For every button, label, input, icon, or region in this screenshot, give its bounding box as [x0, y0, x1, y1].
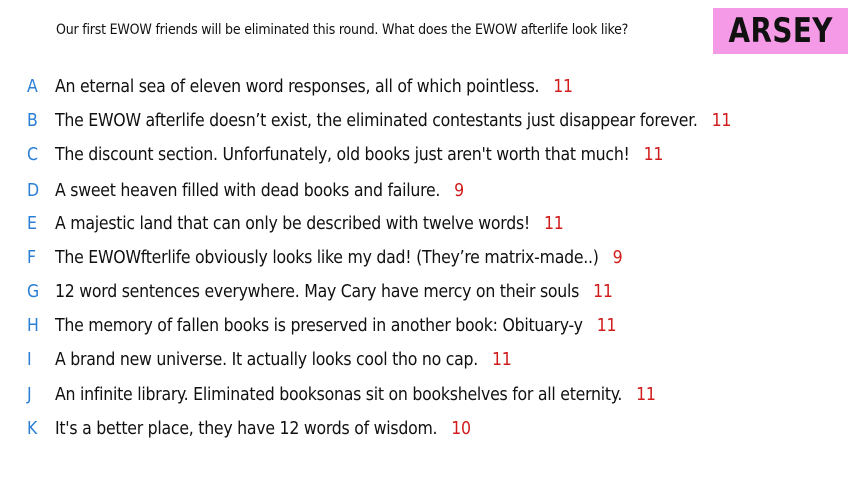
response-content: An infinite library. Eliminated booksona…	[55, 385, 623, 405]
response-text: An eternal sea of eleven word responses,…	[55, 77, 573, 97]
response-score: 11	[643, 145, 664, 165]
response-score: 11	[711, 111, 732, 131]
response-content: The EWOW afterlife doesn’t exist, the el…	[55, 111, 698, 131]
response-score: 11	[636, 385, 656, 405]
response-score: 11	[553, 77, 573, 97]
response-letter: E	[27, 214, 37, 234]
response-text: The memory of fallen books is preserved …	[55, 316, 616, 336]
response-text: 12 word sentences everywhere. May Cary h…	[55, 282, 613, 302]
response-text: It's a better place, they have 12 words …	[55, 419, 471, 439]
response-content: An eternal sea of eleven word responses,…	[55, 77, 540, 97]
response-text: A sweet heaven filled with dead books an…	[55, 181, 464, 201]
response-score: 10	[451, 419, 471, 439]
response-text: An infinite library. Eliminated booksona…	[55, 385, 656, 405]
response-content: The memory of fallen books is preserved …	[55, 316, 583, 336]
response-content: The discount section. Unforfunately, old…	[55, 145, 630, 165]
response-letter: F	[27, 248, 37, 268]
response-text: A majestic land that can only be describ…	[55, 214, 564, 234]
response-letter: C	[27, 145, 38, 165]
response-content: 12 word sentences everywhere. May Cary h…	[55, 282, 580, 302]
response-list: A An eternal sea of eleven word response…	[0, 0, 853, 480]
response-score: 11	[492, 350, 512, 370]
response-content: The EWOWfterlife obviously looks like my…	[55, 248, 599, 268]
response-content: A brand new universe. It actually looks …	[55, 350, 479, 370]
response-text: The EWOW afterlife doesn’t exist, the el…	[55, 111, 731, 131]
response-letter: A	[27, 77, 38, 97]
response-letter: G	[27, 282, 40, 302]
response-score: 9	[612, 248, 623, 268]
response-text: A brand new universe. It actually looks …	[55, 350, 512, 370]
response-score: 11	[543, 214, 564, 234]
response-letter: D	[27, 181, 40, 201]
response-letter: I	[27, 350, 32, 370]
response-score: 11	[596, 316, 617, 336]
response-content: A sweet heaven filled with dead books an…	[55, 181, 441, 201]
response-content: It's a better place, they have 12 words …	[55, 419, 438, 439]
response-letter: H	[27, 316, 39, 336]
response-score: 9	[454, 181, 464, 201]
response-score: 11	[593, 282, 613, 302]
response-letter: B	[27, 111, 38, 131]
response-text: The discount section. Unforfunately, old…	[55, 145, 663, 165]
response-letter: J	[27, 385, 32, 405]
response-content: A majestic land that can only be describ…	[55, 214, 530, 234]
response-text: The EWOWfterlife obviously looks like my…	[55, 248, 623, 268]
response-letter: K	[27, 419, 38, 439]
